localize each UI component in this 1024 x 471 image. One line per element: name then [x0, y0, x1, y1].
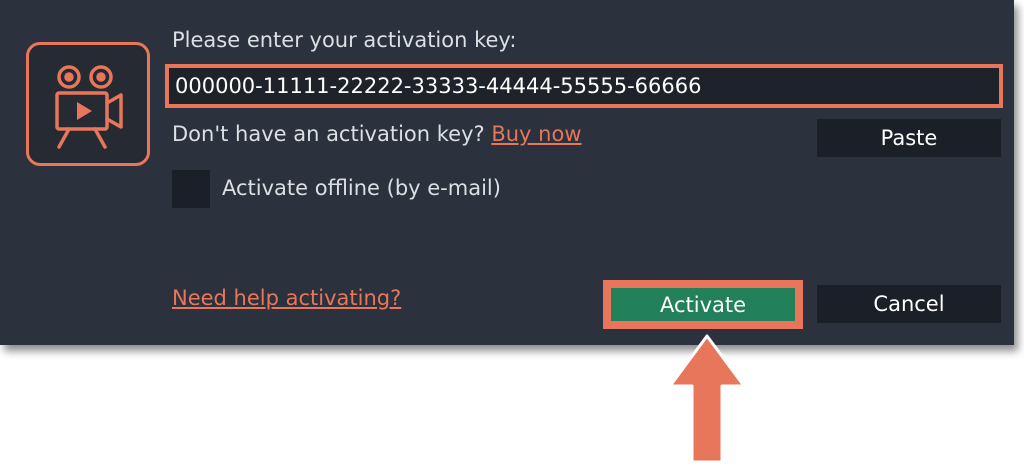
activate-highlight: Activate [603, 280, 803, 329]
activate-offline-checkbox[interactable] [172, 170, 210, 208]
help-activating-link[interactable]: Need help activating? [172, 286, 401, 310]
buy-now-link[interactable]: Buy now [491, 122, 581, 146]
no-key-label: Don't have an activation key? [172, 122, 485, 146]
cancel-button[interactable]: Cancel [817, 285, 1001, 323]
activate-offline-label: Activate offline (by e-mail) [222, 176, 501, 200]
no-key-text: Don't have an activation key? Buy now [172, 122, 582, 146]
activation-prompt: Please enter your activation key: [172, 28, 517, 52]
activation-dialog: Please enter your activation key: Don't … [0, 0, 1014, 345]
arrow-up-icon [664, 330, 750, 471]
activate-button[interactable]: Activate [611, 288, 795, 321]
paste-button[interactable]: Paste [817, 119, 1001, 157]
movie-camera-icon [26, 42, 150, 166]
activation-key-input[interactable] [165, 64, 1003, 108]
